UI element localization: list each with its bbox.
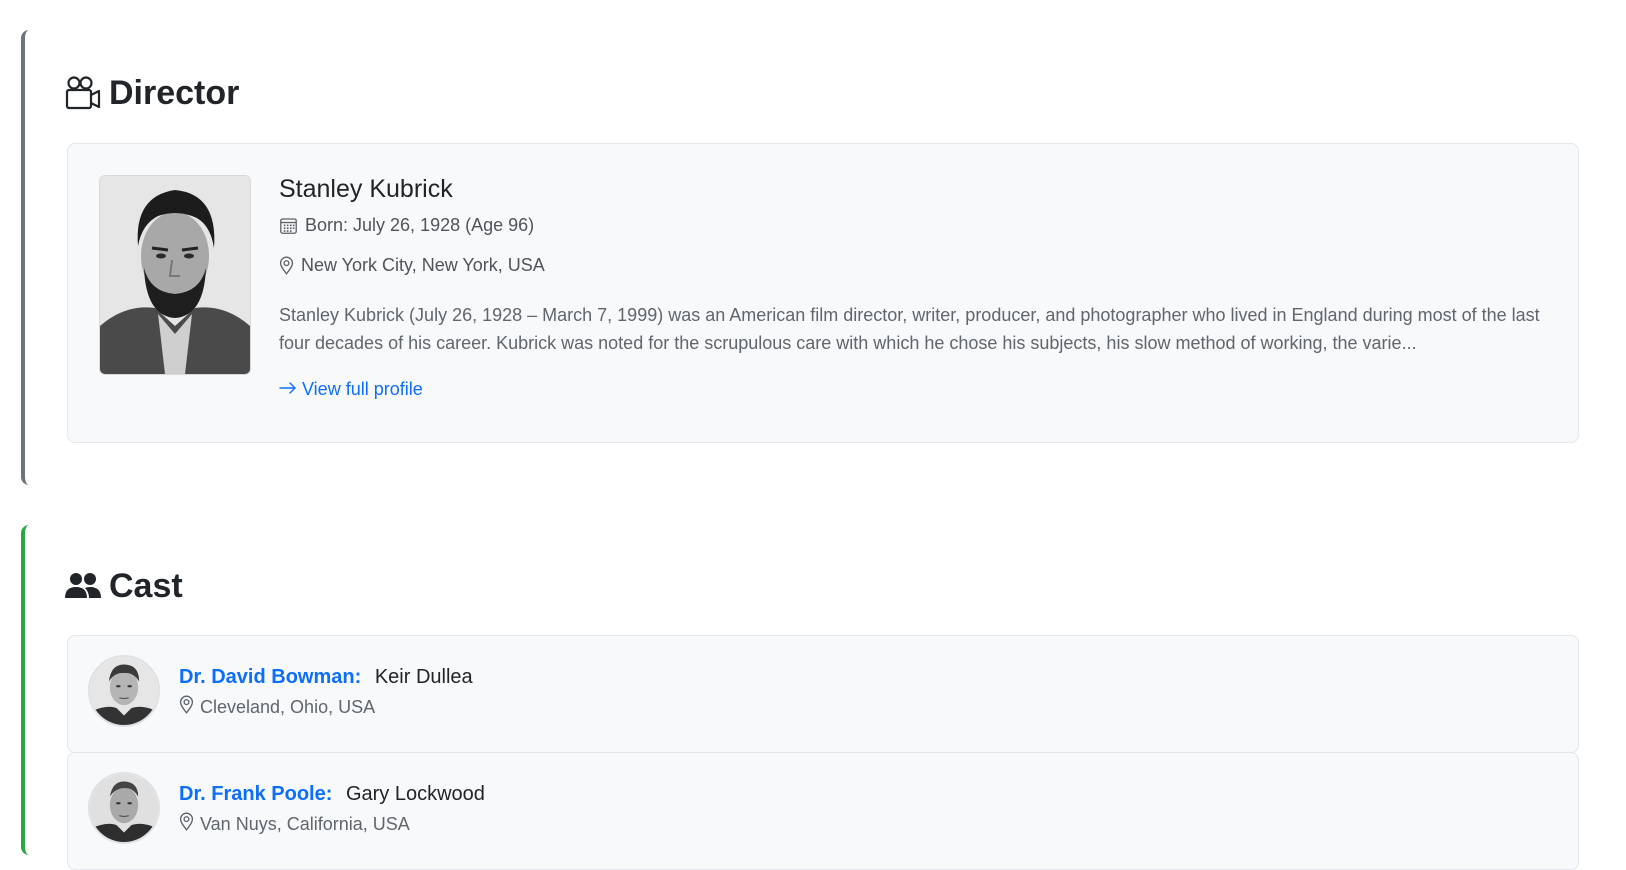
director-birthplace-row: New York City, New York, USA	[279, 254, 1548, 276]
cast-title: Cast	[109, 567, 183, 605]
cast-section: Cast Dr. David Bowman: Keir Dullea Cleve…	[21, 525, 1593, 870]
cast-card[interactable]: Dr. Frank Poole: Gary Lockwood Van Nuys,…	[67, 752, 1579, 870]
cast-role-line: Dr. Frank Poole: Gary Lockwood	[179, 781, 485, 807]
cast-birthplace: Cleveland, Ohio, USA	[200, 697, 376, 717]
director-bio: Stanley Kubrick (July 26, 1928 – March 7…	[279, 305, 1540, 353]
cast-role-line: Dr. David Bowman: Keir Dullea	[179, 664, 473, 690]
director-born: Born: July 26, 1928 (Age 96)	[305, 215, 535, 235]
cast-actor: Gary Lockwood	[345, 783, 485, 805]
location-pin-icon	[179, 695, 194, 719]
cast-role[interactable]: Dr. David Bowman:	[179, 666, 361, 688]
people-icon	[65, 571, 101, 601]
director-heading: Director	[65, 75, 239, 111]
director-title: Director	[109, 74, 240, 112]
cast-avatar	[88, 655, 160, 727]
cast-card[interactable]: Dr. David Bowman: Keir Dullea Cleveland,…	[67, 635, 1579, 753]
cast-birthplace: Van Nuys, California, USA	[200, 814, 410, 834]
cast-actor: Keir Dullea	[374, 666, 473, 688]
location-pin-icon	[179, 812, 194, 836]
director-section: Director Stanley Kubrick Born: July 26, …	[21, 30, 1593, 485]
cast-avatar	[88, 772, 160, 844]
film-camera-icon	[65, 75, 101, 111]
view-full-profile-link[interactable]: View full profile	[279, 379, 423, 400]
director-birthplace: New York City, New York, USA	[301, 255, 545, 275]
director-name: Stanley Kubrick	[279, 175, 453, 203]
cast-birthplace-row: Van Nuys, California, USA	[179, 812, 485, 836]
arrow-right-icon	[279, 379, 297, 400]
calendar-icon	[279, 216, 298, 235]
director-portrait	[99, 175, 251, 375]
director-card: Stanley Kubrick Born: July 26, 1928 (Age…	[67, 143, 1579, 443]
cast-heading: Cast	[65, 569, 183, 603]
director-born-row: Born: July 26, 1928 (Age 96)	[279, 214, 1548, 236]
cast-birthplace-row: Cleveland, Ohio, USA	[179, 695, 473, 719]
location-pin-icon	[279, 256, 294, 275]
view-full-profile-label: View full profile	[302, 379, 423, 399]
cast-role[interactable]: Dr. Frank Poole:	[179, 783, 332, 805]
